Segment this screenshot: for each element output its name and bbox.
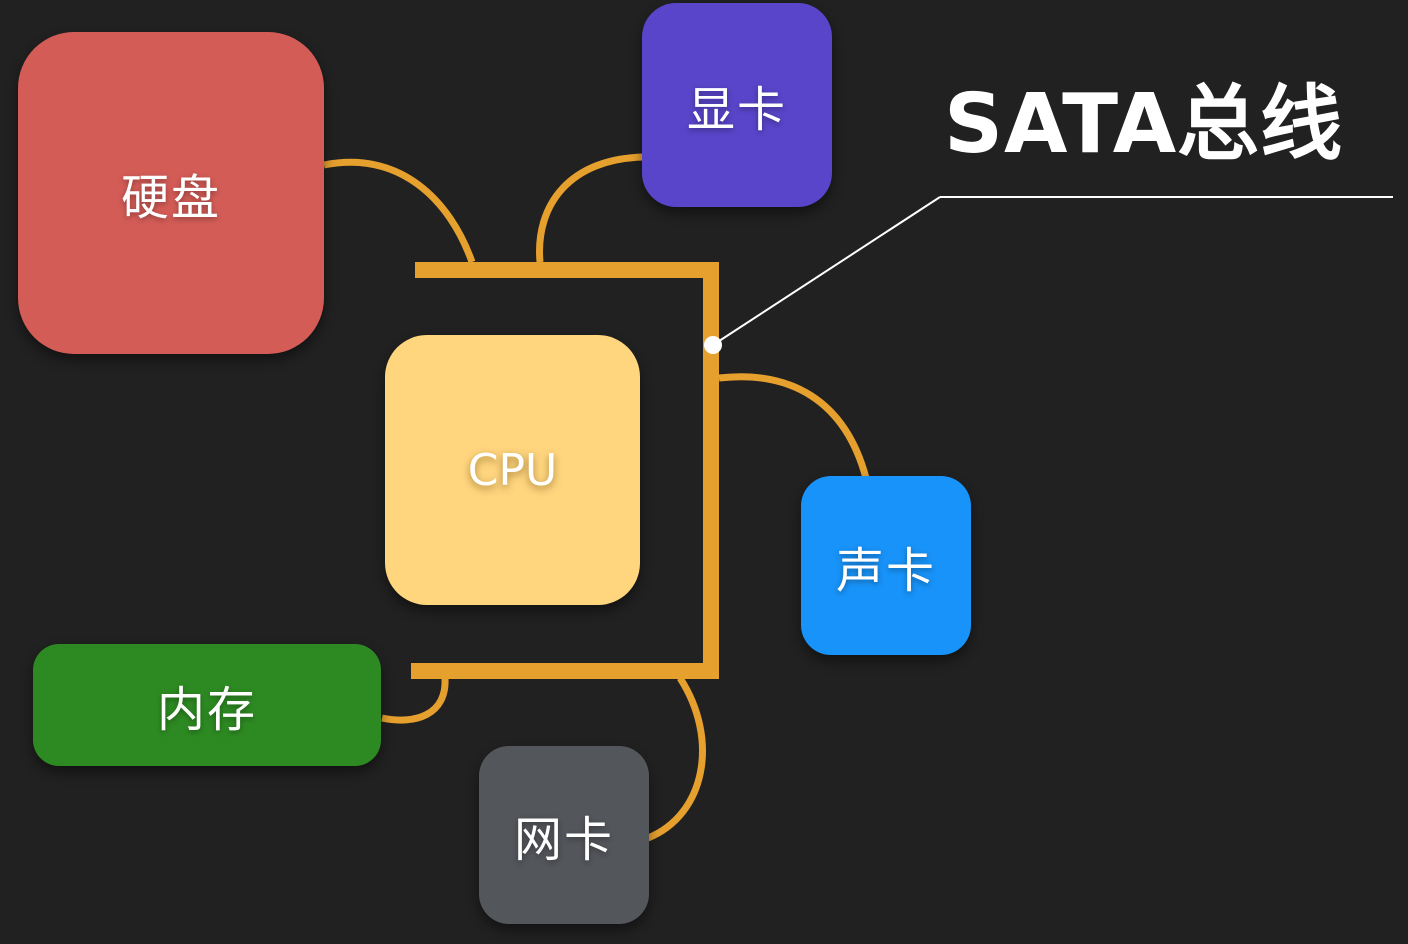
graphics-card-box: 显卡 bbox=[642, 3, 832, 207]
cpu-label: CPU bbox=[467, 444, 558, 496]
hard-disk-box: 硬盘 bbox=[18, 32, 324, 354]
ram-connector-wire bbox=[381, 677, 449, 724]
network-card-box: 网卡 bbox=[479, 746, 649, 924]
callout-line bbox=[712, 196, 941, 346]
cpu-box: CPU bbox=[385, 335, 640, 605]
graphics-card-label: 显卡 bbox=[686, 82, 787, 138]
callout-anchor-dot bbox=[704, 336, 722, 354]
memory-label: 内存 bbox=[156, 682, 257, 738]
sound-card-label: 声卡 bbox=[835, 542, 936, 599]
hdd-connector-wire bbox=[323, 158, 476, 264]
nic-connector-wire bbox=[646, 676, 706, 842]
sound-card-box: 声卡 bbox=[801, 476, 971, 655]
hard-disk-label: 硬盘 bbox=[120, 170, 221, 226]
network-card-label: 网卡 bbox=[513, 812, 614, 868]
sata-bus-title: SATA总线 bbox=[944, 77, 1344, 172]
sound-connector-wire bbox=[718, 373, 870, 479]
memory-box: 内存 bbox=[33, 644, 381, 766]
gpu-connector-wire bbox=[536, 153, 646, 263]
